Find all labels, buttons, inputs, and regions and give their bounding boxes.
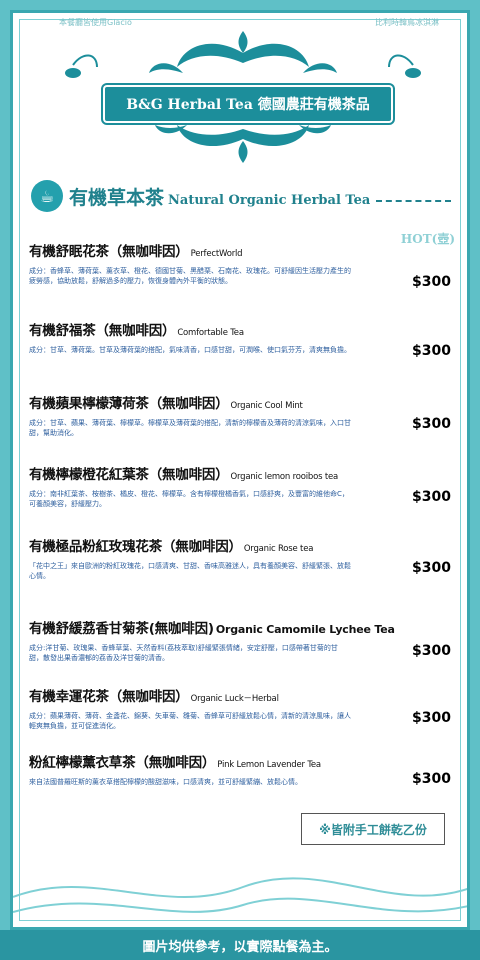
item-name-en: Organic Rose tea	[243, 544, 314, 554]
item-desc: 成分：南非紅葉茶、桉樹茶、橘皮、橙花、檸檬草。含有檸檬橙橘香氣，口感舒爽，及豐富…	[29, 490, 349, 508]
item-price: $300	[412, 274, 451, 290]
menu-card: 本餐廳皆使用Glacio 比利時韓鳥冰淇淋 B&G Herbal Tea 德國農…	[10, 10, 470, 930]
item-desc: 成分：甘草、蘋果、薄荷葉、檸檬草。檸檬草及薄荷葉的搭配，清新的檸檬香及薄荷的清涼…	[29, 419, 351, 437]
menu-item: 有機舒眠花茶（無咖啡因） PerfectWorld 成分：香蜂草、薄荷葉、薰衣草、…	[29, 240, 451, 290]
item-desc: 成分：蘋果薄荷、薄荷、金盞花、錦葵、矢車菊、雛菊、香蜂草可舒緩放鬆心情，清新的清…	[29, 712, 351, 730]
menu-item: 粉紅檸檬薰衣草茶（無咖啡因） Pink Lemon Lavender Tea 來自…	[29, 751, 451, 787]
item-name: 粉紅檸檬薰衣草茶（無咖啡因） Pink Lemon Lavender Tea	[29, 751, 449, 771]
menu-item: 有機極品粉紅玫瑰花茶（無咖啡因） Organic Rose tea 「花中之王」來…	[29, 535, 451, 581]
item-name-en: PerfectWorld	[190, 249, 243, 259]
item-name-en: Organic lemon rooibos tea	[230, 472, 339, 482]
item-name-en: Organic Cool Mint	[230, 401, 303, 411]
item-name: 有機蘋果檸檬薄荷茶（無咖啡因） Organic Cool Mint	[29, 392, 449, 412]
item-desc: 「花中之王」來自歐洲的粉紅玫瑰花，口感清爽、甘甜、香味高雅迷人，具有養顏美容、舒…	[29, 562, 351, 580]
item-desc: 成分：香蜂草、薄荷葉、薰衣草、橙花、德國甘菊、黑醋栗、石南花、玫瑰花。可舒緩因生…	[29, 267, 351, 285]
item-name: 有機極品粉紅玫瑰花茶（無咖啡因） Organic Rose tea	[29, 535, 449, 555]
item-name-en: Pink Lemon Lavender Tea	[217, 760, 321, 770]
section-title-en: Natural Organic Herbal Tea	[168, 192, 371, 208]
bottom-ornament	[13, 877, 467, 913]
section-header: ☕ 有機草本茶 Natural Organic Herbal Tea	[31, 180, 451, 212]
item-name-en: Organic Luck－Herbal	[190, 694, 279, 704]
menu-item: 有機舒緩荔香甘菊茶(無咖啡因) Organic Camomile Lychee T…	[29, 617, 451, 663]
item-name: 有機舒眠花茶（無咖啡因） PerfectWorld	[29, 240, 449, 260]
section-title-zh: 有機草本茶	[69, 186, 165, 209]
item-price: $300	[412, 771, 451, 787]
item-name-zh: 粉紅檸檬薰衣草茶（無咖啡因）	[29, 755, 216, 771]
footer-disclaimer: 圖片均供參考，以實際點餐為主。	[0, 930, 480, 960]
item-desc: 成分：甘草、薄荷葉。甘草及薄荷葉的搭配，氣味清香，口感甘甜，可潤喉、使口氣芬芳，…	[29, 346, 351, 354]
item-name-en: Comfortable Tea	[177, 328, 244, 338]
brand-banner: B&G Herbal Tea 德國農莊有機茶品	[103, 85, 393, 123]
item-name: 有機幸運花茶（無咖啡因） Organic Luck－Herbal	[29, 685, 449, 705]
item-price: $300	[412, 343, 451, 359]
menu-item: 有機舒福茶（無咖啡因） Comfortable Tea 成分：甘草、薄荷葉。甘草及…	[29, 319, 451, 359]
item-name: 有機檸檬橙花紅葉茶（無咖啡因） Organic lemon rooibos tea	[29, 463, 449, 483]
item-desc: 成分:洋甘菊、玫瑰果、香蜂草葉、天然香料(荔枝萃取)舒緩緊張情緒，安定舒壓，口感…	[29, 644, 338, 662]
item-name-zh: 有機幸運花茶（無咖啡因）	[29, 689, 189, 705]
item-name-en: Organic Camomile Lychee Tea	[215, 623, 395, 636]
menu-item: 有機檸檬橙花紅葉茶（無咖啡因） Organic lemon rooibos tea…	[29, 463, 451, 509]
section-dash-line	[376, 200, 451, 202]
cookie-note: ※皆附手工餅乾乙份	[301, 813, 445, 845]
item-name-zh: 有機檸檬橙花紅葉茶（無咖啡因）	[29, 467, 229, 483]
item-price: $300	[412, 489, 451, 505]
teapot-icon: ☕	[31, 180, 63, 212]
item-name-zh: 有機極品粉紅玫瑰花茶（無咖啡因）	[29, 539, 242, 555]
section-title: 有機草本茶 Natural Organic Herbal Tea	[69, 183, 370, 210]
item-name-zh: 有機舒福茶（無咖啡因）	[29, 323, 176, 339]
item-price: $300	[412, 643, 451, 659]
item-price: $300	[412, 560, 451, 576]
item-name: 有機舒緩荔香甘菊茶(無咖啡因) Organic Camomile Lychee T…	[29, 617, 449, 637]
item-desc: 來自法國普羅旺斯的薰衣草搭配檸檬的酸甜滋味，口感清爽，並可舒緩緊繃、放鬆心情。	[29, 778, 302, 786]
item-name-zh: 有機舒眠花茶（無咖啡因）	[29, 244, 189, 260]
item-name: 有機舒福茶（無咖啡因） Comfortable Tea	[29, 319, 449, 339]
item-name-zh: 有機舒緩荔香甘菊茶(無咖啡因)	[29, 621, 214, 637]
item-price: $300	[412, 710, 451, 726]
menu-item: 有機蘋果檸檬薄荷茶（無咖啡因） Organic Cool Mint 成分：甘草、蘋…	[29, 392, 451, 438]
item-price: $300	[412, 416, 451, 432]
menu-item: 有機幸運花茶（無咖啡因） Organic Luck－Herbal 成分：蘋果薄荷、…	[29, 685, 451, 731]
item-name-zh: 有機蘋果檸檬薄荷茶（無咖啡因）	[29, 396, 229, 412]
